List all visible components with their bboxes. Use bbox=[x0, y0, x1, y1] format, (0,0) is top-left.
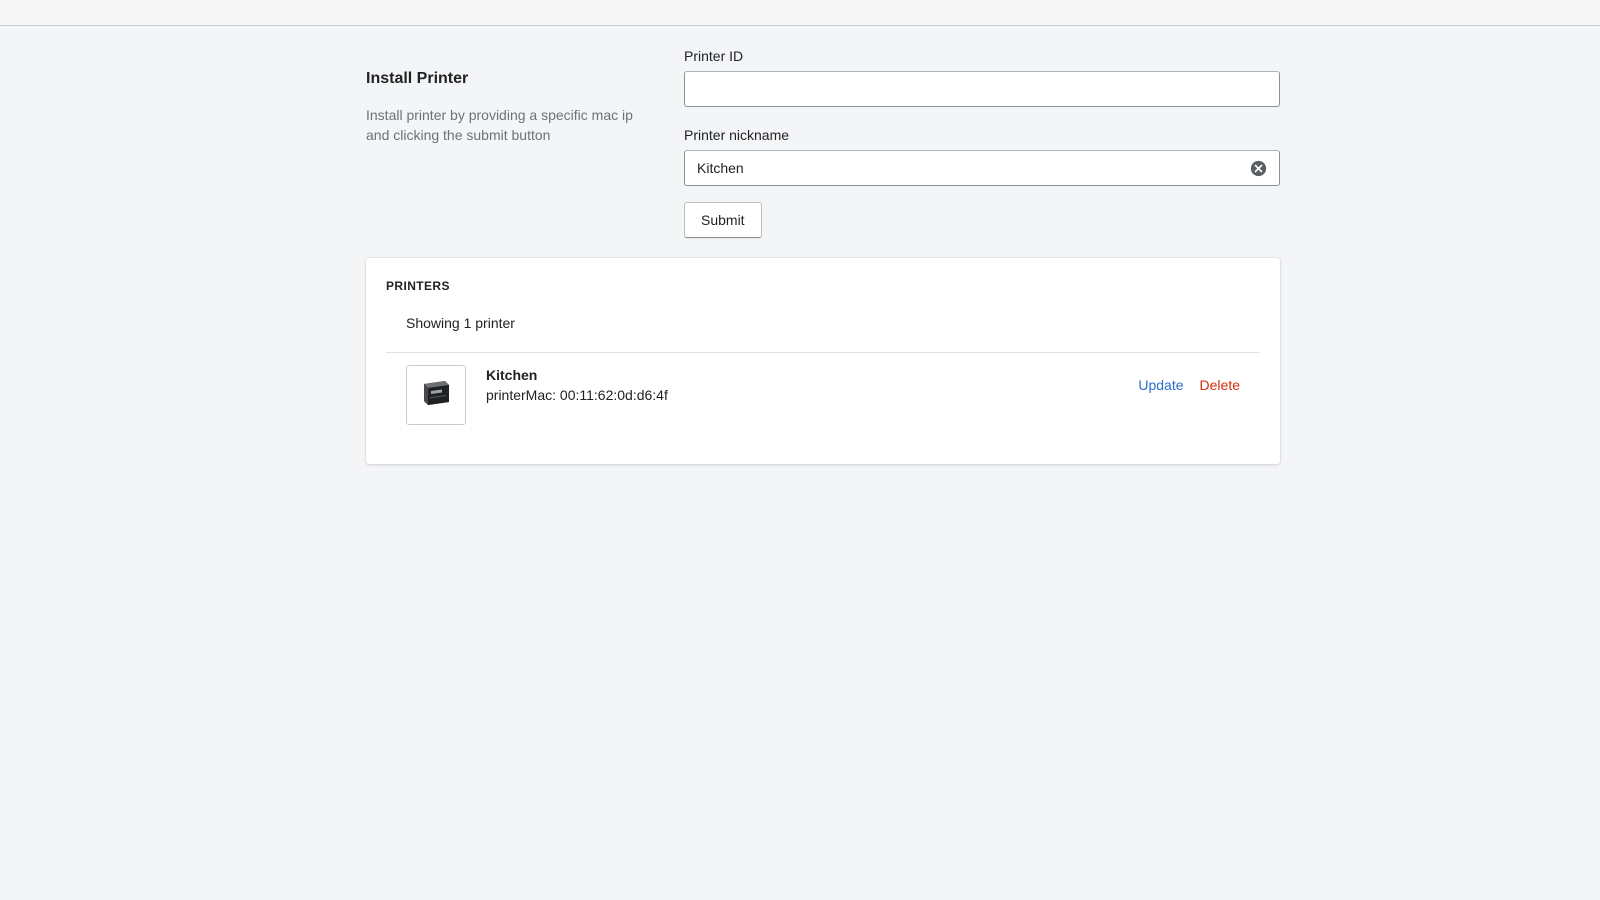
printer-nickname-field bbox=[684, 150, 1280, 186]
printer-actions: Update Delete bbox=[1138, 365, 1240, 395]
printer-info: Kitchen printerMac: 00:11:62:0d:d6:4f bbox=[486, 365, 1138, 405]
clear-input-icon[interactable] bbox=[1250, 160, 1267, 177]
printer-name: Kitchen bbox=[486, 367, 538, 383]
install-printer-title: Install Printer bbox=[366, 70, 469, 87]
printer-nickname-label: Printer nickname bbox=[684, 127, 790, 143]
printers-card-title: PRINTERS bbox=[386, 279, 450, 293]
printer-id-label: Printer ID bbox=[684, 48, 744, 64]
submit-button[interactable]: Submit bbox=[684, 202, 762, 238]
install-printer-description: Install printer by providing a specific … bbox=[366, 107, 633, 143]
printer-id-input[interactable] bbox=[685, 72, 1279, 106]
install-printer-form: Printer ID Printer nickname Submit bbox=[684, 26, 1280, 238]
printer-nickname-input[interactable] bbox=[685, 151, 1279, 185]
printer-thumbnail bbox=[406, 365, 466, 425]
printer-mac: printerMac: 00:11:62:0d:d6:4f bbox=[486, 387, 668, 403]
top-bar bbox=[0, 0, 1600, 26]
install-printer-section: Install Printer Install printer by provi… bbox=[366, 26, 1280, 238]
delete-link[interactable]: Delete bbox=[1200, 375, 1240, 395]
printers-card: PRINTERS Showing 1 printer Kitchen print… bbox=[366, 258, 1280, 464]
printer-id-field bbox=[684, 71, 1280, 107]
printers-count: Showing 1 printer bbox=[386, 313, 1260, 353]
page-layout: Install Printer Install printer by provi… bbox=[366, 26, 1280, 464]
printer-list-item[interactable]: Kitchen printerMac: 00:11:62:0d:d6:4f Up… bbox=[386, 353, 1260, 425]
install-printer-annotation: Install Printer Install printer by provi… bbox=[366, 26, 684, 238]
printer-icon bbox=[419, 378, 453, 413]
update-link[interactable]: Update bbox=[1138, 375, 1183, 395]
